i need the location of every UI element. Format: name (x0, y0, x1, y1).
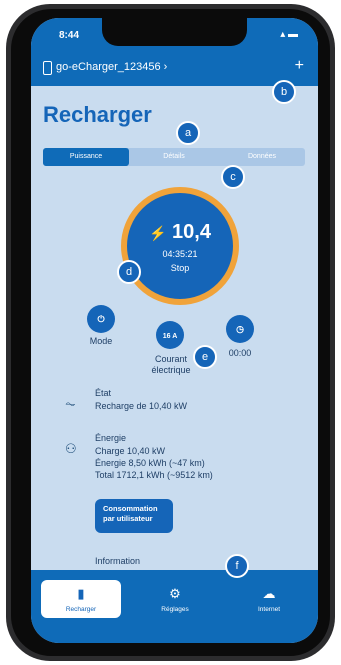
tab-donnees[interactable]: Données (219, 148, 305, 166)
status-time: 8:44 (59, 30, 80, 41)
tab-puissance[interactable]: Puissance (43, 148, 129, 166)
annotation-marker-e: e (193, 345, 217, 369)
notch (102, 18, 247, 46)
current-badge: 16 A (162, 333, 178, 340)
energy-session: Énergie 8,50 kWh (~47 km) (95, 458, 205, 468)
status-bar: 8:44 ▴ ▬ (31, 18, 318, 52)
state-value: Recharge de 10,40 kW (95, 401, 188, 411)
nav-internet[interactable]: ☁ Internet (229, 580, 309, 618)
mode-label: Mode (89, 336, 113, 346)
nav-recharger[interactable]: ▮ Recharger (41, 580, 121, 618)
current-button[interactable]: 16 A (156, 321, 184, 349)
information-title: Information (95, 556, 141, 566)
bolt-icon: ⚡ (149, 225, 167, 241)
annotation-marker-b: b (272, 80, 296, 104)
app-screen: 8:44 ▴ ▬ go-eCharger_123456 › + Recharge… (31, 18, 318, 643)
chevron-right-icon: › (163, 61, 168, 73)
energy-title: Énergie (95, 433, 127, 443)
consumption-line1: Consommation (103, 504, 158, 513)
status-icons: ▴ ▬ (280, 29, 298, 40)
mode-button[interactable]: ⏻ (87, 305, 115, 333)
gauge-value: ⚡ 10,4 (127, 221, 233, 244)
nav-reglages[interactable]: ⚙ Réglages (135, 580, 215, 618)
add-device-icon[interactable]: + (295, 57, 304, 75)
annotation-marker-d: d (117, 260, 141, 284)
gear-icon: ⚙ (169, 586, 181, 601)
annotation-marker-a: a (176, 121, 200, 145)
power-value: 10,4 (172, 221, 211, 243)
charge-duration: 04:35:21 (162, 249, 198, 259)
current-label: Courant électrique (143, 354, 199, 376)
nav-internet-label: Internet (257, 606, 281, 613)
timer-button[interactable]: ◷ (226, 315, 254, 343)
current-label-line1: Courant (154, 354, 188, 364)
cloud-icon: ☁ (262, 586, 276, 601)
device-name: go-eCharger_123456 (56, 61, 161, 73)
nav-reglages-label: Réglages (161, 606, 189, 613)
consumption-line2: par utilisateur (103, 513, 153, 523)
annotation-marker-c: c (221, 165, 245, 189)
bottom-nav: ▮ Recharger ⚙ Réglages ☁ Internet (31, 570, 318, 643)
device-bar[interactable]: go-eCharger_123456 › + (31, 52, 318, 86)
timer-label: 00:00 (228, 348, 252, 358)
nav-recharger-label: Recharger (65, 606, 97, 613)
device-selector[interactable]: go-eCharger_123456 › (56, 61, 167, 73)
annotation-marker-f: f (225, 554, 249, 578)
state-title: État (95, 388, 112, 398)
consumption-button[interactable]: Consommation par utilisateur (95, 499, 173, 533)
pulse-icon: ⏦ (65, 396, 76, 411)
stop-button[interactable]: Stop (127, 263, 233, 273)
plug-icon: ⏻ (97, 314, 105, 324)
tab-details[interactable]: Détails (131, 148, 217, 166)
power-gauge[interactable]: ⚡ 10,4 04:35:21 Stop (121, 187, 239, 305)
page-title: Recharger (43, 102, 152, 127)
clock-icon: ◷ (236, 324, 244, 334)
energy-total: Total 1712,1 kWh (~9512 km) (95, 470, 213, 480)
battery-icon: ▮ (77, 586, 85, 601)
energy-charge: Charge 10,40 kW (95, 446, 166, 456)
current-label-line2: électrique (151, 365, 191, 375)
charger-icon (43, 61, 52, 75)
tab-bar: Puissance Détails Données (43, 148, 305, 166)
energy-icon: ⚇ (65, 441, 77, 456)
